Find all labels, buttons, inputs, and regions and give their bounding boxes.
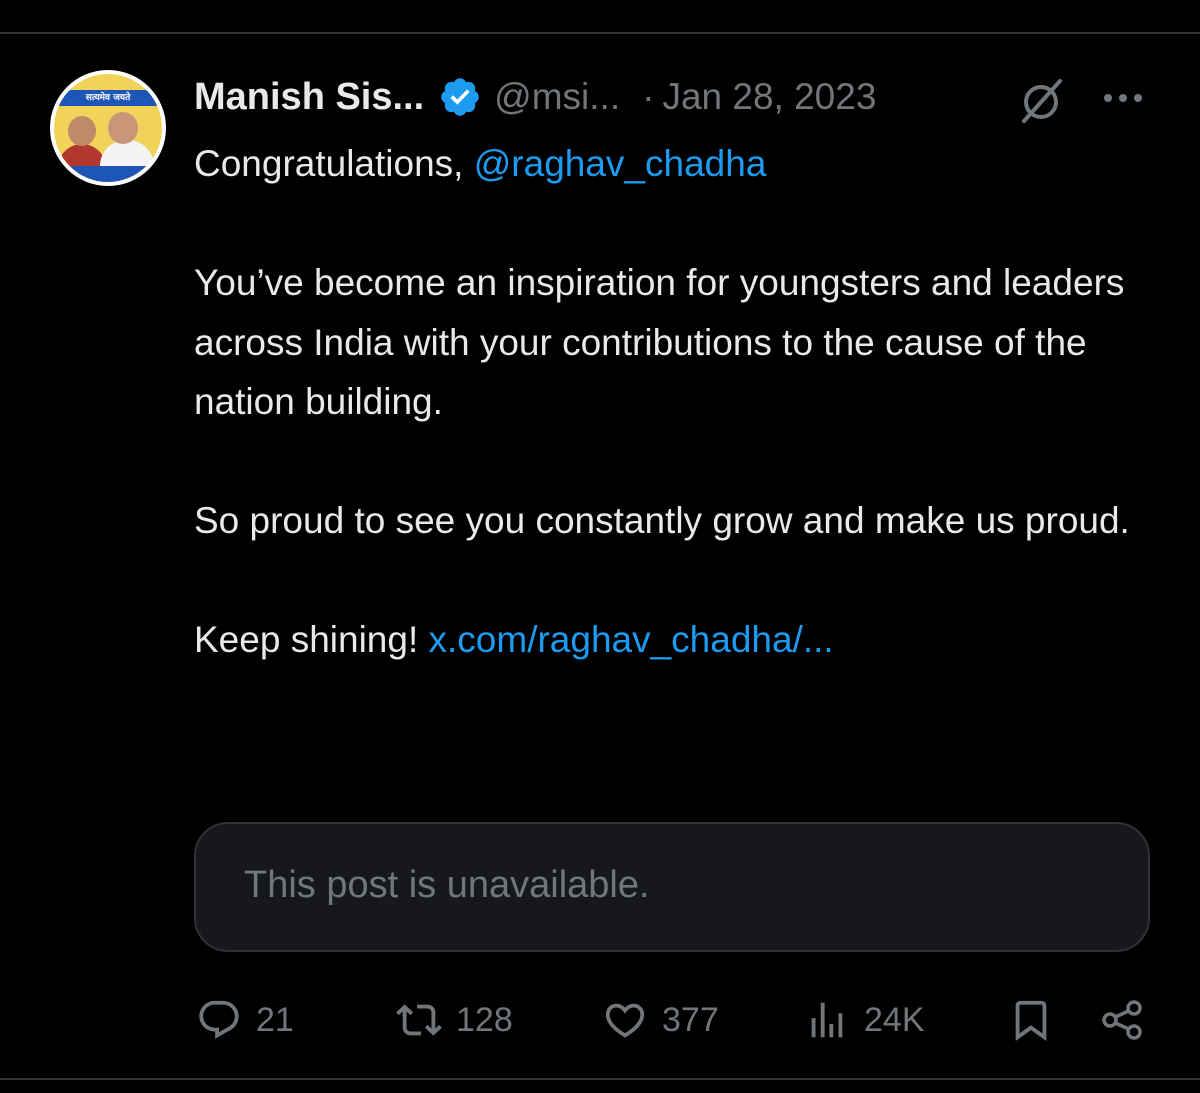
reply-button[interactable]: 21	[196, 990, 294, 1050]
bookmark-button[interactable]	[1008, 990, 1054, 1050]
verified-badge-icon[interactable]	[438, 75, 482, 119]
views-count: 24K	[864, 1000, 925, 1039]
repost-button[interactable]: 128	[396, 990, 513, 1050]
separator-dot: ·	[642, 76, 655, 117]
avatar-banner-text: सत्यमेव जयते	[54, 90, 162, 106]
views-icon	[811, 1002, 843, 1038]
avatar[interactable]: सत्यमेव जयते	[50, 70, 166, 186]
avatar-image: सत्यमेव जयते	[54, 74, 162, 182]
like-button[interactable]: 377	[602, 990, 719, 1050]
post-actions-bar: 21 128 377 24K	[0, 990, 1200, 1050]
views-button[interactable]: 24K	[804, 990, 925, 1050]
bookmark-icon	[1015, 1000, 1047, 1041]
top-divider	[0, 32, 1200, 34]
share-button[interactable]	[1098, 990, 1146, 1050]
post-text-paragraph-3: So proud to see you constantly grow and …	[194, 500, 1130, 541]
share-icon	[1102, 1000, 1142, 1040]
post-date[interactable]: Jan 28, 2023	[662, 76, 876, 118]
heart-icon	[605, 1003, 645, 1038]
author-display-name[interactable]: Manish Sis...	[194, 76, 424, 119]
author-handle[interactable]: @msi...	[494, 76, 620, 118]
like-count: 377	[662, 1000, 719, 1039]
reply-count: 21	[256, 1000, 294, 1039]
quoted-post-card[interactable]: This post is unavailable.	[194, 822, 1150, 952]
post-header: Manish Sis... @msi... · Jan 28, 2023	[194, 74, 876, 120]
grok-icon[interactable]	[1016, 76, 1066, 126]
post-text: Congratulations, @raghav_chadha You’ve b…	[194, 134, 1154, 670]
repost-icon	[396, 1004, 442, 1036]
mention-link[interactable]: @raghav_chadha	[474, 143, 767, 184]
post-url-link[interactable]: x.com/raghav_chadha/...	[429, 619, 834, 660]
post-text-paragraph-2: You’ve become an inspiration for youngst…	[194, 262, 1125, 422]
post-text-paragraph-4: Keep shining! x.com/raghav_chadha/...	[194, 619, 834, 660]
quoted-post-unavailable-text: This post is unavailable.	[244, 864, 650, 906]
reply-icon	[199, 1000, 239, 1039]
more-icon[interactable]	[1098, 80, 1148, 116]
repost-count: 128	[456, 1000, 513, 1039]
post-text-line-1: Congratulations, @raghav_chadha	[194, 143, 767, 184]
bottom-divider	[0, 1078, 1200, 1080]
